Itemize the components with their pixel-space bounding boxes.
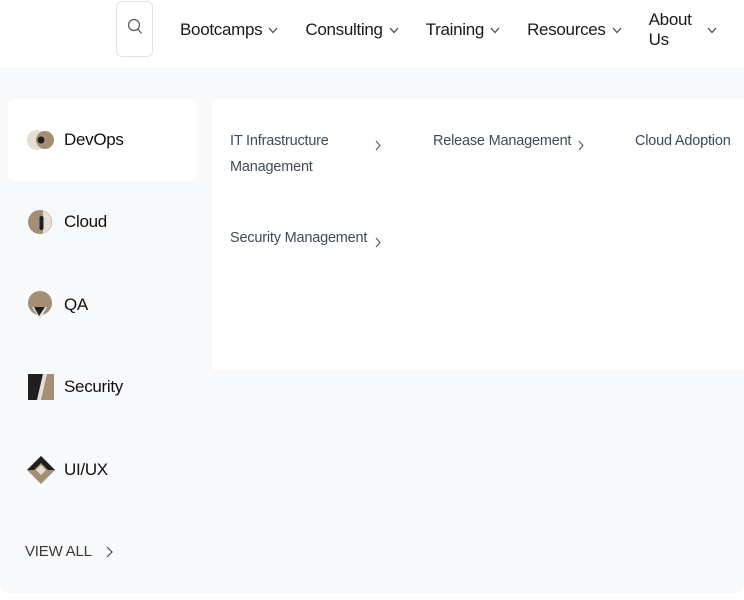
sidebar-item-cloud[interactable]: Cloud	[8, 181, 198, 263]
nav-item-about-us[interactable]: About Us	[649, 10, 717, 50]
qa-icon	[26, 290, 56, 320]
sidebar-item-devops[interactable]: DevOps	[8, 99, 198, 181]
nav-item-bootcamps[interactable]: Bootcamps	[180, 20, 278, 40]
top-nav-bar: Bootcamps Consulting Training Resources …	[0, 0, 744, 67]
sidebar-item-uiux[interactable]: UI/UX	[8, 429, 198, 511]
chevron-right-icon	[375, 237, 381, 248]
sidebar-item-security[interactable]: Security	[8, 346, 198, 428]
view-all-link[interactable]: VIEW ALL	[25, 543, 113, 560]
sidebar-item-label: Cloud	[64, 212, 107, 231]
submenu-link-label: Security Management	[230, 230, 368, 246]
devops-icon	[26, 125, 56, 155]
submenu-link-label: Cloud Adoption	[635, 133, 731, 149]
submenu-link-release-management[interactable]: Release Management	[433, 128, 593, 154]
submenu-link-label: Release Management	[433, 133, 572, 149]
chevron-down-icon	[612, 27, 622, 34]
nav-label: Consulting	[305, 20, 383, 39]
chevron-down-icon	[490, 27, 500, 34]
sidebar-item-label: QA	[64, 295, 88, 314]
security-icon	[26, 372, 56, 402]
search-icon	[127, 18, 143, 40]
nav-label: Training	[425, 20, 485, 39]
uiux-icon	[26, 455, 56, 485]
cloud-icon	[26, 207, 56, 237]
nav-label: Bootcamps	[180, 20, 263, 39]
nav-label: About Us	[648, 10, 692, 49]
sidebar-item-label: UI/UX	[64, 460, 108, 479]
search-button[interactable]	[116, 1, 153, 57]
sidebar-item-qa[interactable]: QA	[8, 264, 198, 346]
chevron-down-icon	[707, 27, 717, 34]
chevron-right-icon	[375, 140, 381, 151]
submenu-card: IT Infrastructure Management Release Man…	[212, 99, 744, 370]
nav-label: Resources	[527, 20, 606, 39]
sidebar-item-label: Security	[64, 377, 124, 396]
chevron-right-icon	[578, 140, 584, 151]
main-nav: Bootcamps Consulting Training Resources …	[180, 10, 744, 49]
submenu-link-it-infrastructure[interactable]: IT Infrastructure Management	[230, 128, 390, 180]
chevron-down-icon	[268, 27, 278, 34]
nav-item-training[interactable]: Training	[426, 20, 500, 40]
chevron-right-icon	[106, 546, 113, 558]
nav-item-consulting[interactable]: Consulting	[305, 20, 399, 40]
submenu-link-label: IT Infrastructure Management	[230, 133, 329, 175]
submenu-link-cloud-adoption[interactable]: Cloud Adoption	[635, 128, 731, 154]
chevron-down-icon	[389, 27, 399, 34]
submenu-link-security-management[interactable]: Security Management	[230, 225, 390, 251]
nav-item-resources[interactable]: Resources	[527, 20, 622, 40]
view-all-label: VIEW ALL	[25, 543, 92, 560]
sidebar-item-label: DevOps	[64, 130, 124, 149]
